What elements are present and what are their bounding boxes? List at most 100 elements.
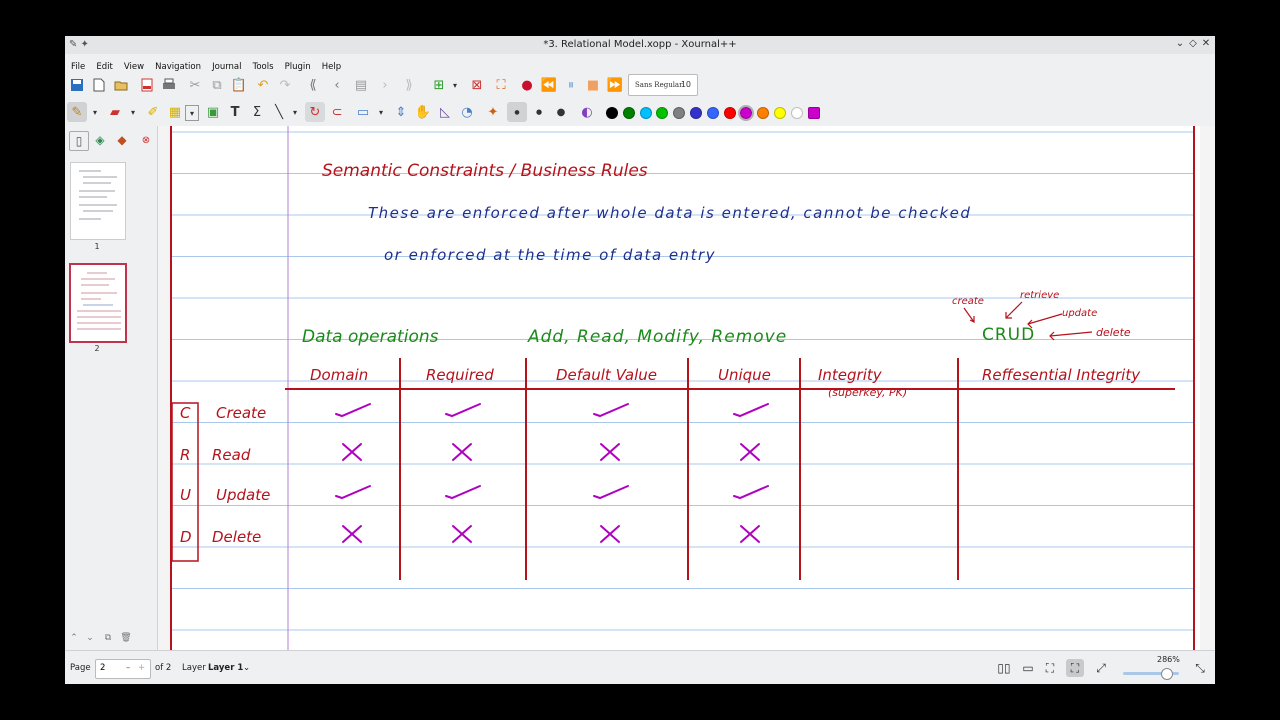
color-swatch-13[interactable] [807,107,820,119]
menu-journal[interactable]: Journal [212,62,241,72]
document-canvas[interactable]: Semantic Constraints / Business Rules Th… [158,126,1215,650]
maximize-button[interactable]: ◇ [1186,38,1200,49]
table-header-3: Default Value [556,366,657,384]
copy-icon[interactable]: ⧉ [207,75,227,95]
color-swatch-7[interactable] [706,107,719,119]
page-decrement-icon[interactable]: – [126,663,130,673]
multiline-icon[interactable]: ▦ [165,102,185,122]
color-swatch-2[interactable] [622,107,635,119]
magnet-icon[interactable]: ⊂ [327,102,347,122]
paste-icon[interactable]: 📋 [229,75,249,95]
save-icon[interactable] [67,75,87,95]
stop-icon[interactable]: ■ [583,75,603,95]
zoom-fit-icon[interactable]: ⛶ [1066,659,1084,677]
rewind-icon[interactable]: ⏪ [539,75,559,95]
new-document-icon[interactable] [89,75,109,95]
cross-mark [452,443,472,461]
page[interactable]: Semantic Constraints / Business Rules Th… [170,126,1200,650]
latex-icon[interactable]: Σ [247,102,267,122]
two-pages-icon[interactable]: ▯▯ [995,659,1013,677]
color-swatch-3[interactable] [639,107,652,119]
layers-tab-icon[interactable]: ◈ [91,131,109,149]
vertical-space-icon[interactable]: ⇕ [391,102,411,122]
check-mark [733,485,769,500]
highlighter-dropdown-icon[interactable]: ▾ [185,105,199,121]
thickness-fine-icon[interactable]: ● [507,102,527,122]
record-icon[interactable]: ● [517,75,537,95]
insert-page-dropdown-icon[interactable]: ▾ [445,75,465,95]
highlighter-icon[interactable]: ✐ [143,102,163,122]
thickness-thick-icon[interactable]: ● [551,102,571,122]
page-thumbnail-1[interactable] [70,162,126,240]
redo-icon[interactable]: ↷ [275,75,295,95]
image-icon[interactable]: ▣ [203,102,223,122]
goto-page-icon[interactable]: ▤ [351,75,371,95]
close-sidebar-icon[interactable]: ⊗ [137,131,155,149]
page-spinner[interactable]: 2 – + [95,659,151,679]
color-swatch-9[interactable] [738,105,755,121]
page-thumbnail-2[interactable] [69,263,127,343]
fullscreen-icon[interactable]: ⛶ [491,75,511,95]
color-swatch-8[interactable] [723,107,736,119]
fullscreen-toggle-icon[interactable]: ⤡ [1191,659,1209,677]
setsquare-icon[interactable]: ◺ [435,102,455,122]
delete-page-icon[interactable]: ⊠ [467,75,487,95]
copy-page-icon[interactable]: ⧉ [101,633,115,643]
zoom-slider[interactable] [1123,668,1179,680]
pen-icon[interactable]: ✎ [67,102,87,122]
color-swatch-4[interactable] [656,107,669,119]
menu-plugin[interactable]: Plugin [285,62,311,72]
cut-icon[interactable]: ✂ [185,75,205,95]
layer-dropdown-icon[interactable]: ⌄ [243,663,250,673]
last-page-icon[interactable]: ⟫ [399,75,419,95]
zoom-100-icon[interactable]: ⤢ [1092,659,1110,677]
font-selector[interactable]: Sans Regular 10 [628,74,698,96]
pause-icon[interactable]: ⏸ [561,75,581,95]
color-swatch-11[interactable] [774,107,786,119]
eraser-icon[interactable]: ▰ [105,102,125,122]
thickness-medium-icon[interactable]: ● [529,102,549,122]
fill-icon[interactable]: ✦ [483,102,503,122]
print-icon[interactable] [159,75,179,95]
fit-page-icon[interactable]: ⛶ [1041,659,1059,677]
move-page-down-icon[interactable]: ⌄ [83,633,97,643]
export-pdf-icon[interactable] [137,75,157,95]
menu-file[interactable]: File [71,62,85,72]
presentation-icon[interactable]: ▭ [1019,659,1037,677]
menu-edit[interactable]: Edit [96,62,112,72]
text-tool-icon[interactable]: T [225,102,245,122]
shape-dropdown-icon[interactable]: ▾ [285,102,305,122]
color-swatch-5[interactable] [673,107,686,119]
color-swatch-6[interactable] [690,107,702,119]
shape-recognizer-icon[interactable]: ↻ [305,102,325,122]
compass-icon[interactable]: ◔ [457,102,477,122]
eraser-dropdown-icon[interactable]: ▾ [123,102,143,122]
hand-icon[interactable]: ✋ [413,102,433,122]
fast-forward-icon[interactable]: ⏩ [605,75,625,95]
select-rectangle-icon[interactable]: ▭ [353,102,373,122]
layer-stack-tab-icon[interactable]: ◆ [113,131,131,149]
move-page-up-icon[interactable]: ⌃ [67,633,81,643]
color-swatch-1[interactable] [606,107,618,119]
zoom-slider-handle[interactable] [1161,668,1173,680]
undo-icon[interactable]: ↶ [253,75,273,95]
color-swatch-12[interactable] [790,107,803,119]
page-preview-tab-icon[interactable]: ▯ [69,131,89,151]
select-dropdown-icon[interactable]: ▾ [371,102,391,122]
menu-navigation[interactable]: Navigation [155,62,201,72]
menu-help[interactable]: Help [322,62,341,72]
menu-view[interactable]: View [124,62,144,72]
pen-dropdown-icon[interactable]: ▾ [85,102,105,122]
color-swatch-10[interactable] [757,107,770,119]
minimize-button[interactable]: ⌄ [1173,38,1187,49]
previous-page-icon[interactable]: ‹ [327,75,347,95]
delete-page-sidebar-icon[interactable]: 🗑 [119,633,133,643]
menu-tools[interactable]: Tools [253,62,274,72]
layer-selector[interactable]: Layer 1 [208,663,243,673]
first-page-icon[interactable]: ⟪ [303,75,323,95]
page-increment-icon[interactable]: + [138,663,145,673]
close-window-button[interactable]: ✕ [1199,38,1213,49]
open-folder-icon[interactable] [111,75,131,95]
next-page-icon[interactable]: › [375,75,395,95]
color-picker-icon[interactable]: ◐ [577,102,597,122]
